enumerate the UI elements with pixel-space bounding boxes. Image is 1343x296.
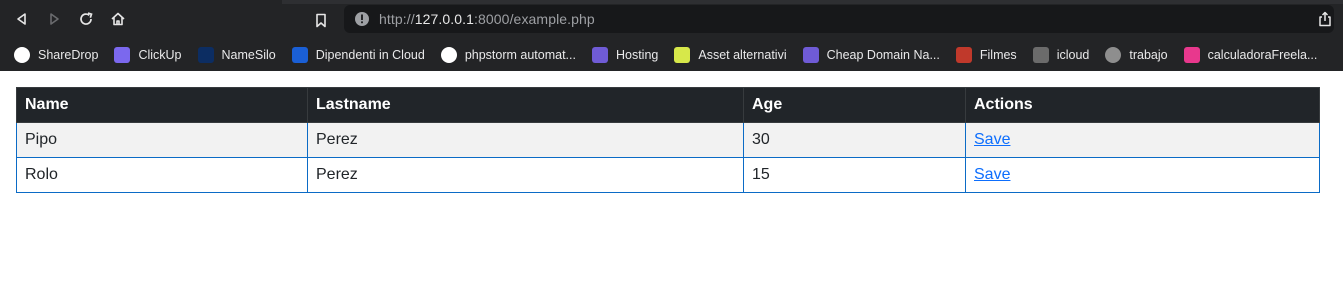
reload-button[interactable] (70, 4, 102, 34)
cell-lastname: Perez (307, 157, 744, 193)
namesilo-icon (197, 46, 214, 63)
cloud-icon (291, 46, 308, 63)
google-icon (440, 46, 457, 63)
globe-icon (1105, 46, 1122, 63)
back-button[interactable] (6, 4, 38, 34)
bookmark-item[interactable]: Dipendenti in Cloud (291, 43, 425, 67)
bookmark-item[interactable]: calculadoraFreela... (1183, 43, 1318, 67)
bookmarks-bar: ShareDrop ClickUp NameSilo Dipendenti in Cl… (0, 38, 1343, 71)
bookmark-label: calculadoraFreela... (1207, 47, 1318, 62)
bookmark-label: Asset alternativi (698, 47, 787, 62)
bookmark-item[interactable]: icloud (1032, 43, 1090, 67)
bookmark-label: ClickUp (138, 47, 182, 62)
forward-button[interactable] (38, 4, 70, 34)
icloud-photo-icon (1032, 46, 1049, 63)
header-age: Age (743, 87, 966, 123)
header-lastname: Lastname (307, 87, 744, 123)
clickup-icon (114, 46, 131, 63)
url-host: 127.0.0.1 (414, 11, 475, 27)
bookmark-page-button[interactable] (308, 8, 334, 32)
cell-actions: Save (965, 157, 1320, 193)
save-link[interactable]: Save (974, 166, 1010, 183)
bookmark-label: Hosting (615, 47, 659, 62)
bookmark-item[interactable]: trabajo (1105, 43, 1168, 67)
bookmark-item[interactable]: ClickUp (114, 43, 182, 67)
share-button[interactable] (1315, 9, 1335, 29)
forward-arrow-icon (50, 13, 59, 25)
bookmark-label: ShareDrop (38, 47, 99, 62)
home-icon (111, 12, 125, 26)
table-header-row: Name Lastname Age Actions (16, 87, 1320, 123)
cell-age: 30 (743, 122, 966, 158)
bookmark-item[interactable]: ShareDrop (14, 43, 98, 67)
cell-name: Rolo (16, 157, 308, 193)
bookmark-label: Dipendenti in Cloud (315, 47, 425, 62)
filmes-icon (955, 46, 972, 63)
bookmark-item[interactable]: Filmes (955, 43, 1017, 67)
page-content: Name Lastname Age Actions Pipo Perez 30 … (16, 87, 1320, 193)
bookmark-icon (316, 13, 326, 27)
reload-icon (80, 12, 93, 25)
people-table: Name Lastname Age Actions Pipo Perez 30 … (16, 87, 1320, 193)
back-arrow-icon (17, 13, 26, 25)
cell-name: Pipo (16, 122, 308, 158)
bookmark-item[interactable]: Cheap Domain Na... (802, 43, 940, 67)
table-row: Rolo Perez 15 Save (16, 157, 1320, 193)
sharedrop-icon (14, 46, 30, 63)
header-actions: Actions (965, 87, 1320, 123)
browser-toolbar: http://127.0.0.1:8000/example.php (0, 0, 1343, 38)
table-row: Pipo Perez 30 Save (16, 122, 1320, 158)
bookmark-label: Filmes (979, 47, 1017, 62)
calculator-icon (1183, 46, 1200, 63)
cell-lastname: Perez (307, 122, 744, 158)
url-scheme: http:// (379, 11, 415, 27)
bookmark-item[interactable]: phpstorm automat... (440, 43, 576, 67)
share-icon (1319, 11, 1331, 27)
bookmark-label: phpstorm automat... (464, 47, 576, 62)
cell-actions: Save (965, 122, 1320, 158)
bookmark-label: Cheap Domain Na... (826, 47, 940, 62)
home-button[interactable] (102, 4, 134, 34)
cell-age: 15 (743, 157, 966, 193)
url-text: http://127.0.0.1:8000/example.php (379, 11, 595, 27)
bookmark-item[interactable]: Asset alternativi (674, 43, 787, 67)
bookmark-label: icloud (1056, 47, 1090, 62)
bookmark-label: trabajo (1129, 47, 1168, 62)
bookmark-item[interactable]: NameSilo (197, 43, 276, 67)
infinity-icon (591, 46, 608, 63)
bookmark-item[interactable]: Hosting (591, 43, 659, 67)
bookmark-label: NameSilo (221, 47, 276, 62)
header-name: Name (16, 87, 308, 123)
infinity-icon (802, 46, 819, 63)
save-link[interactable]: Save (974, 131, 1010, 148)
url-path: :8000/example.php (474, 11, 595, 27)
address-bar[interactable]: http://127.0.0.1:8000/example.php (344, 5, 1334, 33)
id-icon (674, 46, 691, 63)
browser-chrome: http://127.0.0.1:8000/example.php ShareD… (0, 0, 1343, 71)
info-icon[interactable] (353, 10, 371, 28)
